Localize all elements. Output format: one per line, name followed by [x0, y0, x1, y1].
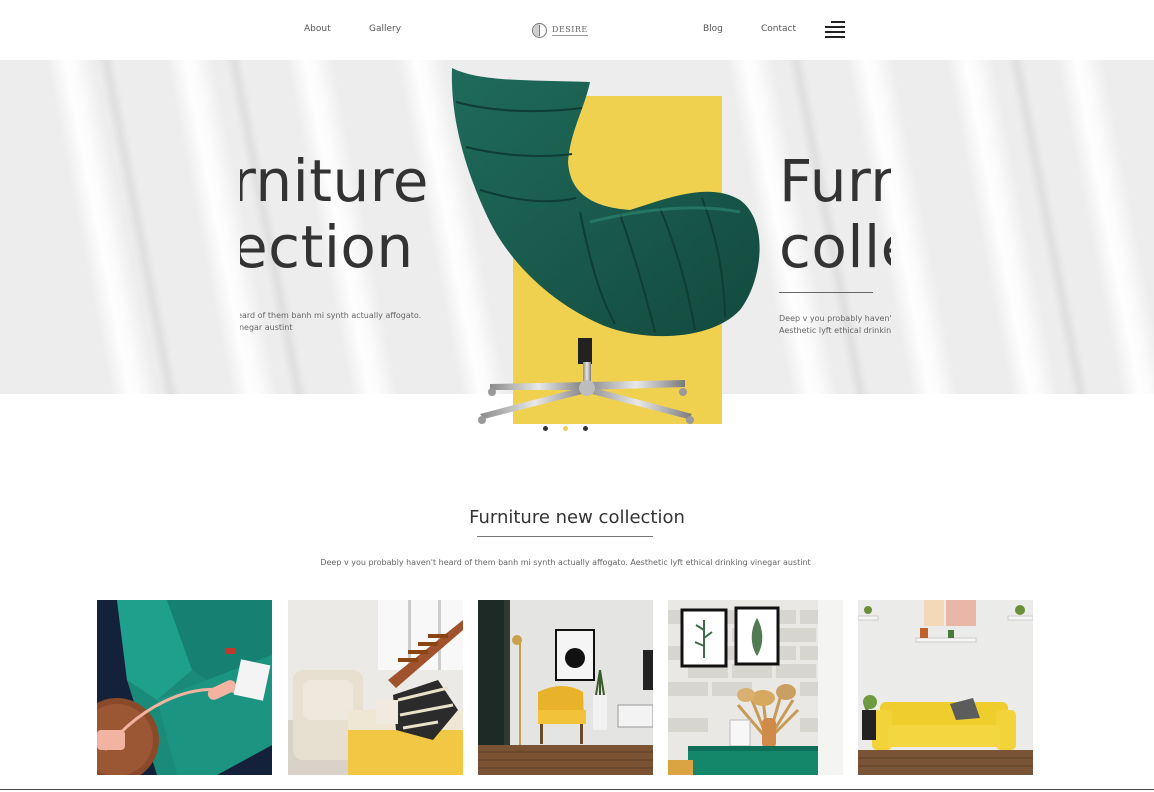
half-circle-logo-icon: [532, 22, 547, 38]
slide-next-heading-line2: colle: [779, 213, 891, 281]
slide-prev-heading-line2: ection: [240, 213, 414, 281]
hero-slide-next: Furr colle Deep v you probably haven't h…: [779, 60, 891, 394]
slide-next-text-line1: Deep v you probably haven't h: [779, 314, 891, 323]
slide-next-divider: [779, 292, 873, 293]
hamburger-menu-icon[interactable]: [823, 20, 845, 38]
collection-tile-beige-armchair[interactable]: [288, 600, 463, 775]
slider-dot-2[interactable]: [563, 426, 568, 431]
slider-dot-1[interactable]: [543, 426, 548, 431]
collection-tile-yellow-sofa[interactable]: [858, 600, 1033, 775]
collection-tile-green-sideboard[interactable]: [668, 600, 843, 775]
collection-title: Furniture new collection: [469, 507, 685, 528]
hero-slide-prev: rniture ection heard of them banh mi syn…: [240, 60, 440, 394]
slide-next-text-line2: Aesthetic lyft ethical drinking v: [779, 326, 891, 335]
collection-tile-teal-sofa[interactable]: [97, 600, 272, 775]
slide-prev-text-line1: heard of them banh mi synth actually aff…: [240, 311, 422, 320]
slide-prev-heading-line1: rniture: [240, 147, 429, 215]
green-lounge-chair-image: [451, 68, 760, 424]
collection-subtitle: Deep v you probably haven't heard of the…: [320, 558, 811, 567]
nav-contact[interactable]: Contact: [761, 24, 796, 34]
site-logo[interactable]: DESIRE: [532, 21, 588, 39]
collection-title-divider: [477, 536, 653, 537]
collection-tile-yellow-armchair[interactable]: [478, 600, 653, 775]
logo-text: DESIRE: [552, 24, 588, 36]
site-header: About Gallery DESIRE Blog Contact: [0, 0, 1154, 60]
slide-next-heading-line1: Furr: [779, 147, 891, 215]
nav-gallery[interactable]: Gallery: [369, 24, 401, 34]
page-bottom-divider: [0, 789, 1154, 790]
nav-blog[interactable]: Blog: [703, 24, 723, 34]
slider-dot-3[interactable]: [583, 426, 588, 431]
slide-prev-text-line2: vinegar austint: [240, 323, 293, 332]
nav-about[interactable]: About: [304, 24, 331, 34]
